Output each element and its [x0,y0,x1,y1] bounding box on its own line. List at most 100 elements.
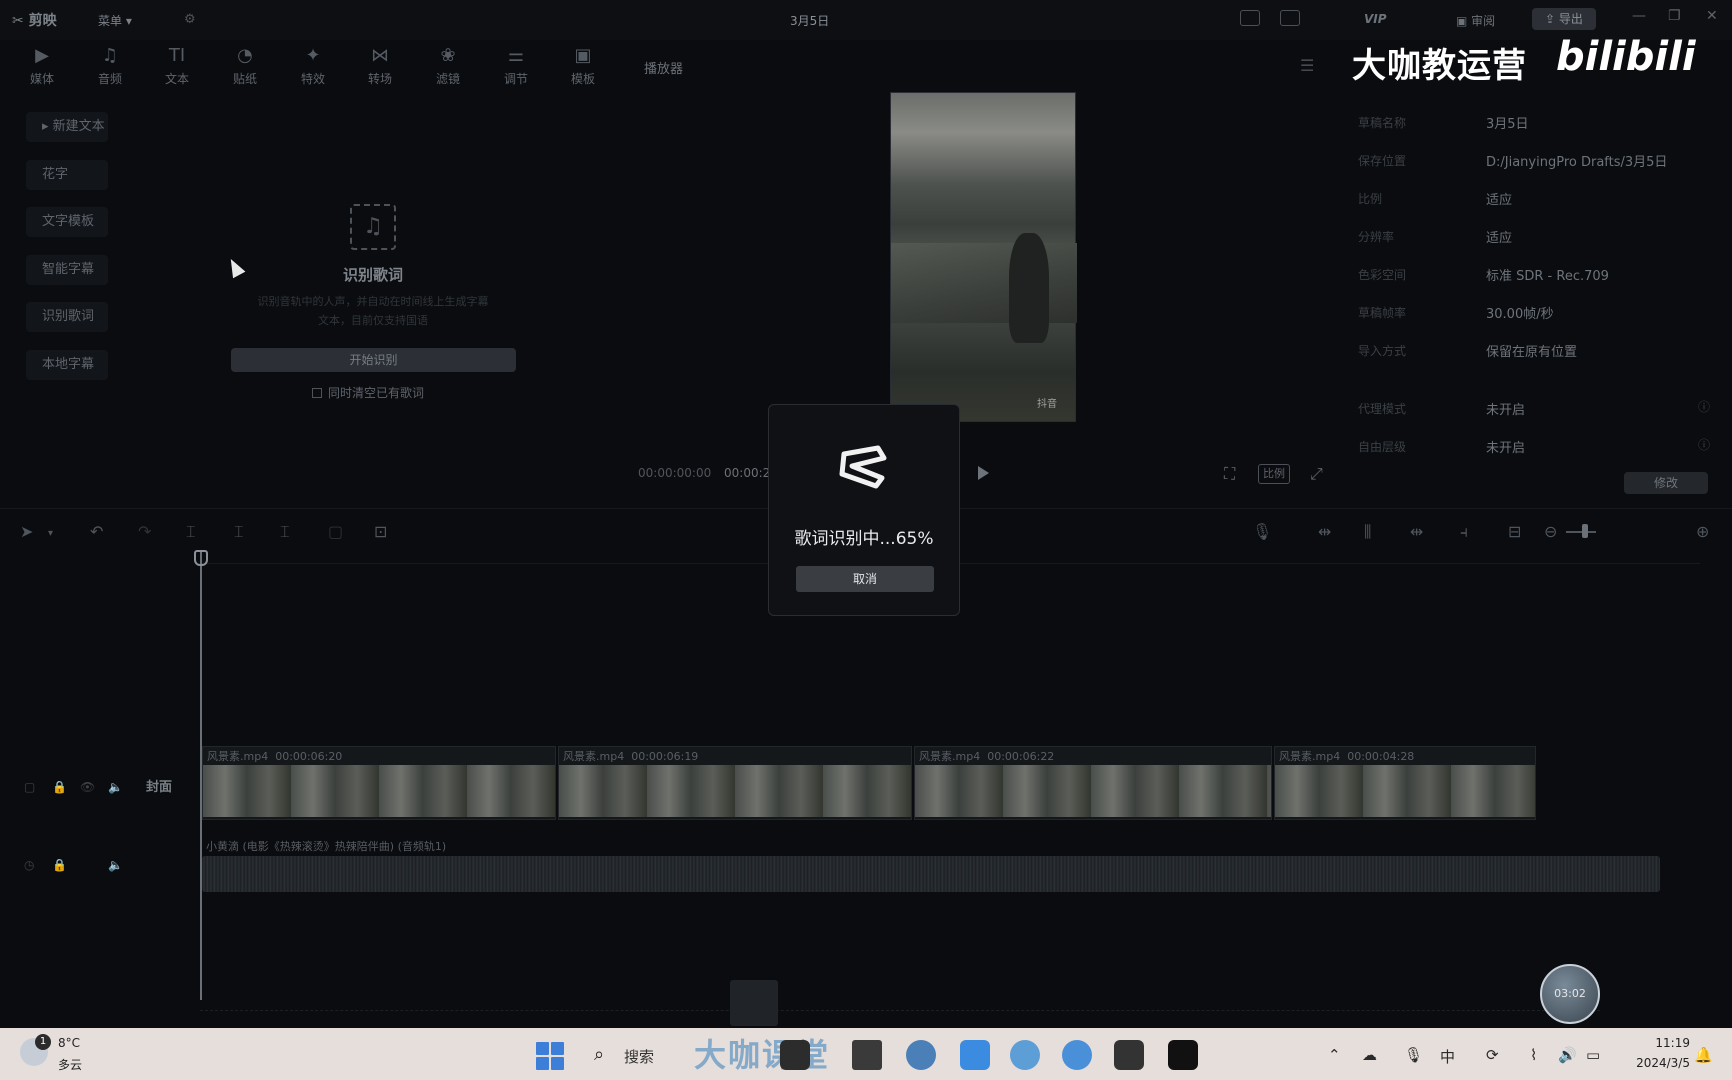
link-main-track-icon[interactable]: ⇹ [1318,522,1331,541]
cloud-icon[interactable]: ☁ [1362,1046,1377,1064]
zoom-out-icon[interactable]: ⊖ [1544,522,1557,541]
cancel-button[interactable]: 取消 [796,566,934,592]
play-button[interactable] [978,466,989,480]
export-label: 导出 [1558,12,1583,26]
free-layer-info-icon[interactable]: ⓘ [1698,436,1710,453]
select-tool-icon[interactable]: ➤ [20,522,33,541]
file-explorer-icon[interactable] [852,1040,882,1070]
select-dropdown-icon[interactable]: ▾ [48,528,53,539]
modify-button[interactable]: 修改 [1624,472,1708,494]
tool-template[interactable]: ▣ 模板 [554,44,612,90]
chat-app-icon[interactable] [906,1040,936,1070]
tool-adjust[interactable]: ⚌ 调节 [487,44,545,90]
ime-icon[interactable]: 中 [1440,1046,1455,1067]
maximize-icon[interactable]: ❐ [1668,8,1681,24]
taskbar-search[interactable]: 搜索 [624,1046,654,1067]
side-item-new-text[interactable]: ▸ 新建文本 [26,112,108,142]
tool-filter[interactable]: ❀ 滤镜 [419,44,477,90]
tool-sticker[interactable]: ◔ 贴纸 [216,44,274,90]
linkage-icon[interactable]: ⫞ [1460,522,1468,542]
snap-icon[interactable]: ⇹ [1410,522,1423,541]
split-icon[interactable]: ⌶ [186,522,196,542]
freeze-frame-icon[interactable]: ⊡ [374,522,387,541]
layout-icon[interactable] [1280,10,1300,26]
review-button[interactable]: ▣ 审阅 [1456,12,1495,29]
video-clip[interactable]: 风景素.mp4 00:00:06:20 [202,746,556,820]
tool-media[interactable]: ▶ 媒体 [13,44,71,90]
side-item-text-template[interactable]: 文字模板 [26,207,108,237]
settings-gear-icon[interactable]: ⚙ [184,12,196,27]
side-item-local-captions[interactable]: 本地字幕 [26,350,108,380]
capcut-taskbar-icon[interactable] [1168,1040,1198,1070]
microphone-tray-icon[interactable]: 🎙 [1404,1046,1423,1064]
menu-button[interactable]: 菜单 ▾ [98,12,132,29]
weather-badge: 1 [35,1034,51,1050]
player-menu-icon[interactable]: ☰ [1300,56,1314,75]
video-preview[interactable]: 抖音 [890,92,1077,422]
clock-time[interactable]: 11:19 [1630,1036,1690,1050]
proxy-info-icon[interactable]: ⓘ [1698,398,1710,415]
windows-start-icon[interactable] [536,1042,564,1070]
start-recognition-button[interactable]: 开始识别 [231,348,516,372]
search-icon[interactable]: ⌕ [594,1044,604,1065]
audio-track-icon[interactable]: ◷ [24,858,34,872]
vip-badge[interactable]: VIP [1364,12,1387,26]
side-item-recognize-lyrics[interactable]: 识别歌词 [26,302,108,332]
zoom-slider[interactable] [1566,531,1596,533]
weather-condition[interactable]: 多云 [58,1056,82,1073]
export-button[interactable]: ⇪ 导出 [1532,8,1596,30]
notification-bell-icon[interactable]: 🔔 [1694,1046,1713,1064]
zoom-slider-handle[interactable] [1582,524,1588,538]
split-left-icon[interactable]: ⌶ [234,522,244,542]
tray-chevron-icon[interactable]: ⌃ [1328,1046,1341,1064]
battery-icon[interactable]: ▭ [1586,1046,1600,1064]
delete-icon[interactable]: ▢ [328,522,343,541]
taskbar-app-icon[interactable] [780,1040,810,1070]
clear-lyrics-checkbox[interactable]: 同时清空已有歌词 [312,384,424,401]
cover-label[interactable]: 封面 [146,776,192,800]
tool-text[interactable]: TI 文本 [148,44,206,90]
weather-temperature[interactable]: 8°C [58,1036,80,1050]
undo-icon[interactable]: ↶ [90,522,103,541]
keyboard-shortcut-icon[interactable] [1240,10,1260,26]
video-clip[interactable]: 风景素.mp4 00:00:06:22 [914,746,1272,820]
playhead-handle[interactable] [194,550,208,566]
video-clip[interactable]: 风景素.mp4 00:00:04:28 [1274,746,1536,820]
audio-waveform[interactable] [202,856,1660,892]
prop-value-ratio: 适应 [1486,193,1513,208]
preview-axis-icon[interactable]: ⫼ [1364,522,1371,542]
fullscreen-icon[interactable]: ⤢ [1310,464,1323,484]
tool-effects[interactable]: ✦ 特效 [284,44,342,90]
screenshot-icon[interactable]: ⛶ [1224,464,1235,484]
sync-icon[interactable]: ⟳ [1486,1046,1499,1064]
zoom-in-icon[interactable]: ⊕ [1696,522,1709,541]
lightning-app-icon[interactable] [960,1040,990,1070]
tool-audio[interactable]: ♫ 音频 [81,44,139,90]
track-preview-icon[interactable]: ⊟ [1508,522,1521,541]
microphone-icon[interactable]: 🎙 [1252,522,1272,541]
lock-icon[interactable]: 🔒 [52,858,67,872]
messenger-icon[interactable] [1062,1040,1092,1070]
minimize-icon[interactable]: — [1632,8,1646,24]
split-right-icon[interactable]: ⌶ [280,522,290,542]
ratio-button[interactable]: 比例 [1258,464,1290,484]
tool-transition[interactable]: ⋈ 转场 [351,44,409,90]
volume-icon[interactable]: 🔈 [108,780,123,794]
floating-recorder-button[interactable]: 03:02 [1540,964,1600,1024]
video-clip[interactable]: 风景素.mp4 00:00:06:19 [558,746,912,820]
side-item-fancy-text[interactable]: 花字 [26,160,108,190]
track-cover-icon[interactable]: ▢ [24,780,35,794]
volume-icon[interactable]: 🔈 [108,858,123,872]
clock-date[interactable]: 2024/3/5 [1620,1056,1690,1070]
close-icon[interactable]: ✕ [1706,8,1718,24]
checkbox-box[interactable] [312,388,322,398]
design-app-icon[interactable] [1114,1040,1144,1070]
wifi-icon[interactable]: ⌇ [1530,1046,1537,1064]
tool-label: 媒体 [29,72,54,86]
eye-icon[interactable]: 👁 [80,780,95,794]
lock-icon[interactable]: 🔒 [52,780,67,794]
qq-icon[interactable] [1010,1040,1040,1070]
side-item-auto-captions[interactable]: 智能字幕 [26,255,108,285]
speaker-icon[interactable]: 🔊 [1558,1046,1577,1064]
redo-icon[interactable]: ↷ [138,522,151,541]
